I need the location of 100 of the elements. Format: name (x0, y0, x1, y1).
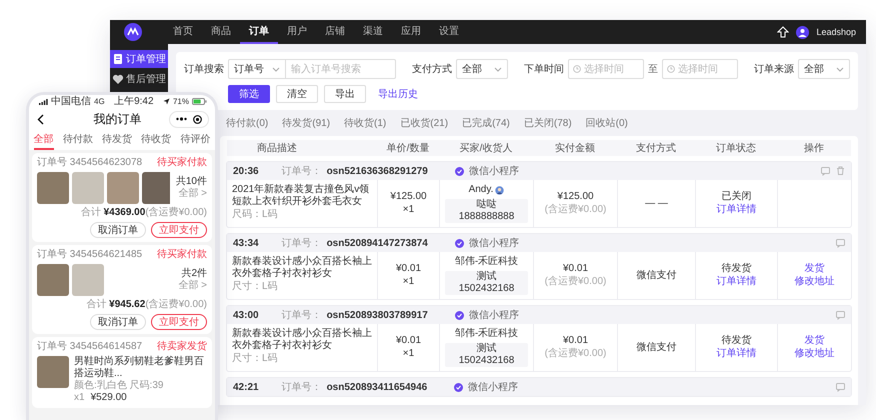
nav-tab[interactable]: 首页 (164, 20, 202, 44)
select-field[interactable]: 全部 (798, 59, 850, 79)
column-header: 实付金额 (554, 142, 596, 155)
receiver-phone: 1502432168 (458, 355, 516, 367)
order-time: 42:21 (233, 382, 259, 392)
payment-method: 微信支付 (636, 270, 676, 282)
badge-icon (454, 166, 464, 176)
operation-link[interactable]: 修改地址 (794, 348, 834, 360)
battery-icon (192, 98, 207, 105)
field-label: 下单时间 (524, 62, 564, 76)
nav-tab[interactable]: 设置 (430, 20, 468, 44)
unit-price: ¥0.01 (396, 263, 422, 275)
order-status: 待买家付款 (157, 157, 207, 169)
sidebar-item[interactable]: 订单管理 (110, 50, 168, 68)
field-label: 订单来源 (754, 62, 794, 76)
status-tab[interactable]: 待发货(91) (282, 116, 330, 130)
back-icon[interactable] (37, 114, 44, 124)
field-label: 支付方式 (412, 62, 452, 76)
badge-icon (454, 238, 464, 248)
order-tab[interactable]: 待发货 (102, 130, 132, 150)
select-field[interactable]: 全部 (456, 59, 508, 79)
date-field[interactable]: 选择时间 (662, 59, 738, 79)
caret-icon (836, 66, 844, 72)
operation-link[interactable]: 修改地址 (794, 276, 834, 288)
status-tab[interactable]: 已完成(74) (462, 116, 510, 130)
trash-icon[interactable] (836, 166, 845, 176)
order-status: 待发货 (722, 263, 752, 275)
select-field[interactable]: 订单号 (228, 59, 286, 79)
heart-icon (112, 73, 124, 85)
cancel-button[interactable]: 取消订单 (90, 222, 146, 238)
cancel-button[interactable]: 取消订单 (90, 314, 146, 330)
receiver-name: 测试 (476, 271, 498, 283)
column-header: 操作 (803, 142, 825, 155)
order-tab[interactable]: 待付款 (62, 130, 93, 150)
column-header: 单价/数量 (386, 142, 430, 155)
upload-icon[interactable] (777, 26, 790, 38)
status-tab[interactable]: 回收站(0) (586, 116, 628, 130)
quantity: x1 (74, 392, 85, 404)
order-time: 20:36 (233, 166, 259, 176)
order-detail-link[interactable]: 订单详情 (716, 348, 756, 360)
pay-button[interactable]: 立即支付 (151, 314, 207, 330)
nav-tab[interactable]: 用户 (278, 20, 316, 44)
search-field[interactable]: 输入订单号搜索 (286, 59, 396, 79)
badge-icon (454, 382, 464, 392)
operation-link[interactable]: 发货 (804, 335, 824, 347)
order-number: osn520893803789917 (326, 310, 428, 320)
status-tab[interactable]: 已关闭(78) (524, 116, 572, 130)
message-icon[interactable] (836, 238, 845, 248)
filter-button[interactable]: 筛选 (228, 85, 270, 103)
photo-placeholder (37, 356, 69, 388)
order-tab[interactable]: 待收货 (141, 130, 172, 150)
export-history-link[interactable]: 导出历史 (372, 85, 424, 103)
filter-button[interactable]: 导出 (324, 85, 366, 103)
nav-tab[interactable]: 商品 (202, 20, 240, 44)
sidebar-item[interactable]: 售后管理 (110, 70, 168, 88)
product-title: 新款春装设计感小众百搭长袖上衣外套格子衬衣衬衫女 (232, 328, 372, 352)
location-icon (162, 98, 170, 105)
status-tab[interactable]: 待付款(0) (226, 116, 268, 130)
payment-method: — — (645, 198, 668, 210)
product-title: 男鞋时尚系列韧鞋老爹鞋男百搭运动鞋... (74, 356, 205, 380)
order-number: 订单号 3454564614587 (37, 341, 142, 353)
user-name[interactable]: Leadshop (816, 27, 856, 37)
nav-tab[interactable]: 应用 (392, 20, 430, 44)
order-detail-link[interactable]: 订单详情 (716, 276, 756, 288)
order-number: osn520893411654946 (326, 382, 428, 392)
status-tab[interactable]: 待收货(1) (344, 116, 386, 130)
order-number-label: 订单号： (282, 380, 322, 394)
buyer-name: 邹伟-禾匠科技 (454, 328, 518, 340)
nav-tab[interactable]: 渠道 (354, 20, 392, 44)
message-icon[interactable] (836, 310, 845, 320)
product-title: 2021年新款春装复古撞色风v领短款上衣针织开衫外套毛衣女 (232, 184, 370, 208)
filter-button[interactable]: 清空 (276, 85, 318, 103)
more-icon (176, 117, 187, 121)
message-icon[interactable] (836, 382, 845, 392)
photo-placeholder (72, 264, 104, 296)
message-icon[interactable] (821, 166, 830, 176)
order-number-label: 订单号： (282, 164, 322, 178)
pay-button[interactable]: 立即支付 (151, 222, 207, 238)
order-source: 微信小程序 (468, 164, 519, 178)
nav-tab[interactable]: 订单 (240, 20, 278, 44)
freight-note: (含运费¥0.00) (544, 276, 606, 288)
item-count: 共10件 (174, 176, 207, 188)
operation-link[interactable]: 发货 (804, 263, 824, 275)
status-tab[interactable]: 已收货(21) (400, 116, 448, 130)
menu-capsule[interactable] (169, 110, 209, 128)
clock-icon (573, 65, 581, 73)
paid-amount: ¥0.01 (562, 263, 588, 275)
receiver-name: 哒哒 (476, 199, 498, 211)
order-tab[interactable]: 待评价 (180, 130, 210, 150)
column-header: 买家/收货人 (458, 142, 514, 155)
order-source: 微信小程序 (468, 308, 519, 322)
nav-tab[interactable]: 店铺 (316, 20, 354, 44)
order-detail-link[interactable]: 订单详情 (716, 204, 756, 216)
order-number-label: 订单号： (282, 236, 322, 250)
order-status: 待买家付款 (157, 249, 207, 261)
order-tab[interactable]: 全部 (34, 130, 54, 150)
payment-method: 微信支付 (636, 342, 676, 354)
product-title: 新款春装设计感小众百搭长袖上衣外套格子衬衣衬衫女 (232, 256, 372, 280)
date-field[interactable]: 选择时间 (568, 59, 644, 79)
freight-note: (含运费¥0.00) (544, 348, 606, 360)
